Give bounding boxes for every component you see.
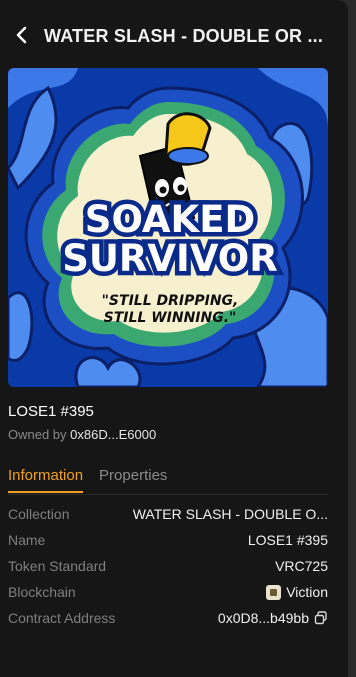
artwork-quote-2: STILL WINNING." [104, 310, 237, 326]
viction-chain-icon [266, 584, 282, 600]
detail-row-blockchain: Blockchain Viction [8, 584, 328, 610]
tabs-divider [8, 494, 328, 495]
owner-line: Owned by 0x86D...E6000 [8, 427, 156, 442]
chevron-left-icon [16, 26, 27, 44]
detail-row-collection: Collection WATER SLASH - DOUBLE O... [8, 506, 328, 532]
contract-address-label: Contract Address [8, 610, 116, 626]
header: WATER SLASH - DOUBLE OR ... [0, 0, 348, 70]
detail-row-contract: Contract Address 0x0D8...b49bb [8, 610, 328, 636]
artwork-image: SOAKED SURVIVOR "STILL DRIPPING, STILL W… [8, 68, 328, 387]
token-standard-label: Token Standard [8, 558, 107, 574]
contract-address-value[interactable]: 0x0D8...b49bb [218, 610, 309, 626]
details-list: Collection WATER SLASH - DOUBLE O... Nam… [8, 506, 328, 636]
artwork-quote-1: "STILL DRIPPING, [102, 293, 239, 309]
page-title: WATER SLASH - DOUBLE OR ... [44, 26, 324, 46]
nft-name: LOSE1 #395 [8, 403, 94, 420]
blockchain-value: Viction [286, 584, 328, 600]
nft-artwork[interactable]: SOAKED SURVIVOR "STILL DRIPPING, STILL W… [8, 68, 328, 387]
owner-address-link[interactable]: 0x86D...E6000 [70, 427, 156, 442]
detail-tabs: Information Properties [8, 467, 167, 493]
artwork-headline-2: SURVIVOR [62, 237, 278, 280]
collection-value[interactable]: WATER SLASH - DOUBLE O... [133, 506, 328, 522]
contract-address-wrap: 0x0D8...b49bb [218, 610, 328, 626]
nft-detail-panel: WATER SLASH - DOUBLE OR ... SOAKED SURVI… [0, 0, 348, 677]
token-standard-value: VRC725 [275, 558, 328, 574]
copy-icon[interactable] [314, 611, 328, 625]
owned-by-label: Owned by [8, 427, 67, 442]
tab-properties[interactable]: Properties [99, 467, 167, 493]
detail-row-standard: Token Standard VRC725 [8, 558, 328, 584]
name-label: Name [8, 532, 46, 548]
name-value: LOSE1 #395 [247, 532, 328, 548]
artwork-headline-1: SOAKED [85, 198, 255, 241]
detail-row-name: Name LOSE1 #395 [8, 532, 328, 558]
tab-information[interactable]: Information [8, 467, 84, 493]
blockchain-label: Blockchain [8, 584, 76, 600]
collection-label: Collection [8, 506, 70, 522]
back-button[interactable] [10, 24, 32, 46]
blockchain-value-wrap: Viction [266, 584, 328, 600]
